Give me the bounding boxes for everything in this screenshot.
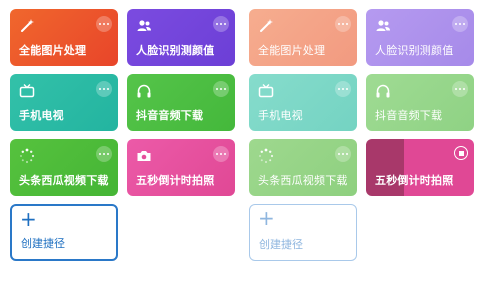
more-options-button[interactable] [335, 16, 351, 32]
shortcut-label: 手机电视 [19, 109, 64, 122]
shortcut-tile-douyin-audio[interactable]: 抖音音频下载 [366, 74, 474, 131]
shortcut-label: 五秒倒计时拍照 [136, 174, 215, 187]
magic-wand-icon [258, 18, 274, 34]
tv-icon [19, 83, 35, 99]
shortcut-label: 头条西瓜视频下载 [258, 174, 348, 187]
shortcut-label: 手机电视 [258, 109, 303, 122]
shortcut-label: 抖音音频下载 [136, 109, 204, 122]
tv-icon [258, 83, 274, 99]
stop-button[interactable] [454, 146, 468, 160]
spinner-icon [19, 148, 35, 164]
create-shortcut-label: 创建捷径 [259, 238, 303, 251]
people-icon [375, 18, 391, 34]
shortcut-label: 抖音音频下载 [375, 109, 443, 122]
more-options-button[interactable] [452, 81, 468, 97]
shortcut-tile-face-score[interactable]: 人脸识别测颜值 [127, 9, 235, 66]
more-options-button[interactable] [213, 81, 229, 97]
people-icon [136, 18, 152, 34]
more-options-button[interactable] [213, 146, 229, 162]
shortcut-label: 全能图片处理 [258, 44, 326, 57]
headphones-icon [136, 83, 152, 99]
shortcut-label: 人脸识别测颜值 [136, 44, 215, 57]
shortcut-tile-image-processing[interactable]: 全能图片处理 [249, 9, 357, 66]
shortcut-label: 人脸识别测颜值 [375, 44, 454, 57]
shortcut-tile-phone-tv[interactable]: 手机电视 [249, 74, 357, 131]
shortcut-tile-image-processing[interactable]: 全能图片处理 [10, 9, 118, 66]
shortcut-label: 全能图片处理 [19, 44, 87, 57]
shortcut-tile-countdown-photo-running[interactable]: 五秒倒计时拍照 [366, 139, 474, 196]
spinner-icon [258, 148, 274, 164]
shortcut-label: 头条西瓜视频下载 [19, 174, 109, 187]
shortcut-tile-toutiao-video[interactable]: 头条西瓜视频下载 [10, 139, 118, 196]
shortcuts-panel-running: 全能图片处理 人脸识别测颜值 手机电视 抖音音频下载 头条西瓜视频下载 五秒倒计… [249, 9, 480, 261]
more-options-button[interactable] [96, 146, 112, 162]
more-options-button[interactable] [452, 16, 468, 32]
shortcuts-grid: 全能图片处理 人脸识别测颜值 手机电视 抖音音频下载 头条西瓜视频下载 五秒倒计… [249, 9, 480, 196]
create-shortcut-button[interactable]: + 创建捷径 [10, 204, 118, 261]
create-shortcut-label: 创建捷径 [21, 237, 65, 250]
shortcut-tile-face-score[interactable]: 人脸识别测颜值 [366, 9, 474, 66]
more-options-button[interactable] [335, 146, 351, 162]
more-options-button[interactable] [213, 16, 229, 32]
camera-icon [136, 148, 152, 164]
more-options-button[interactable] [96, 16, 112, 32]
more-options-button[interactable] [335, 81, 351, 97]
shortcuts-panel-normal: 全能图片处理 人脸识别测颜值 手机电视 抖音音频下载 头条西瓜视频下载 五秒倒计… [10, 9, 244, 261]
plus-icon: + [20, 207, 37, 231]
shortcut-tile-phone-tv[interactable]: 手机电视 [10, 74, 118, 131]
shortcut-label: 五秒倒计时拍照 [375, 174, 454, 187]
plus-icon: + [258, 206, 275, 230]
more-options-button[interactable] [96, 81, 112, 97]
shortcut-tile-douyin-audio[interactable]: 抖音音频下载 [127, 74, 235, 131]
magic-wand-icon [19, 18, 35, 34]
create-shortcut-button[interactable]: + 创建捷径 [249, 204, 357, 261]
shortcut-tile-countdown-photo[interactable]: 五秒倒计时拍照 [127, 139, 235, 196]
shortcuts-grid: 全能图片处理 人脸识别测颜值 手机电视 抖音音频下载 头条西瓜视频下载 五秒倒计… [10, 9, 244, 196]
headphones-icon [375, 83, 391, 99]
shortcut-tile-toutiao-video[interactable]: 头条西瓜视频下载 [249, 139, 357, 196]
